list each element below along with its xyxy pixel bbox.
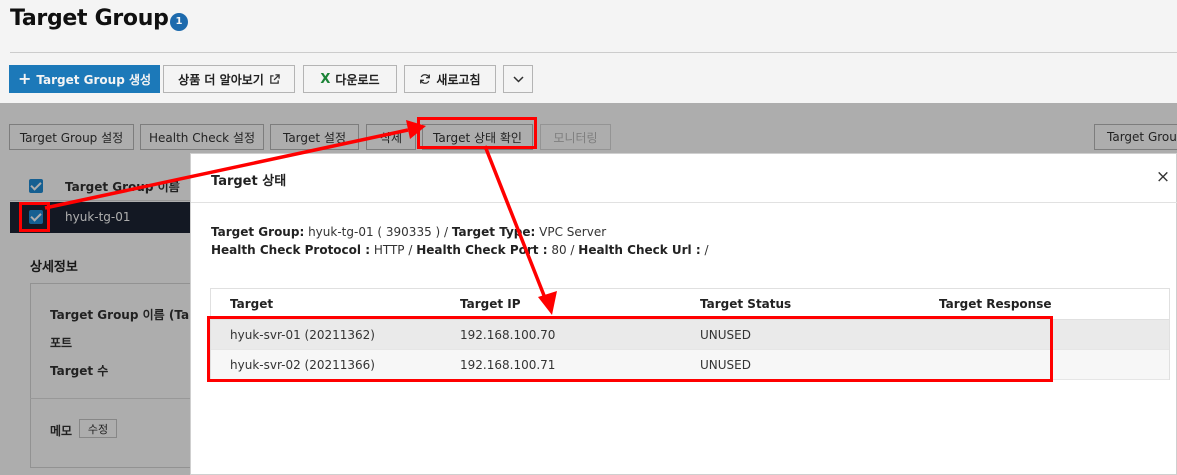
target-group-label: Target Group: (211, 225, 305, 239)
table-row: hyuk-svr-02 (20211366) 192.168.100.71 UN… (211, 350, 1169, 380)
detail-label-target-count: Target 수 (50, 364, 109, 378)
tab-target-status-check[interactable]: Target 상태 확인 (422, 124, 533, 150)
info-line-health-check: Health Check Protocol : HTTP / Health Ch… (211, 243, 709, 257)
tab-health-check-settings[interactable]: Health Check 설정 (140, 124, 264, 150)
target-status-modal: Target 상태 × Target Group: hyuk-tg-01 ( 3… (190, 153, 1177, 475)
port-value: 80 / (551, 243, 579, 257)
detail-divider (30, 398, 190, 399)
sort-icon[interactable] (172, 183, 180, 188)
create-target-group-button[interactable]: + Target Group 생성 (9, 65, 160, 93)
tab-target-group-right[interactable]: Target Group (1094, 124, 1177, 150)
url-label: Health Check Url : (578, 243, 701, 257)
info-line-target-group: Target Group: hyuk-tg-01 ( 390335 ) / Ta… (211, 225, 606, 239)
cell-target: hyuk-svr-02 (20211366) (230, 357, 375, 372)
detail-label-port: 포트 (50, 336, 73, 350)
memo-label: 메모 (50, 424, 73, 438)
modal-divider (191, 202, 1177, 203)
column-target-group-name: Target Group 이름 (65, 180, 180, 194)
refresh-icon (420, 74, 431, 84)
target-type-value: VPC Server (539, 225, 607, 239)
target-group-value: hyuk-tg-01 ( 390335 ) / (308, 225, 452, 239)
close-icon[interactable]: × (1155, 169, 1171, 186)
download-button[interactable]: X 다운로드 (303, 65, 397, 93)
target-status-table: Target Target IP Target Status Target Re… (210, 288, 1170, 380)
chevron-down-icon (512, 75, 524, 83)
table-header: Target Target IP Target Status Target Re… (211, 289, 1169, 320)
refresh-label: 새로고침 (436, 72, 481, 87)
tab-target-settings[interactable]: Target 설정 (270, 124, 359, 150)
port-label: Health Check Port : (416, 243, 548, 257)
cell-target-ip: 192.168.100.70 (460, 327, 556, 342)
cell-target-status: UNUSED (700, 357, 751, 372)
table-row: hyuk-svr-01 (20211362) 192.168.100.70 UN… (211, 320, 1169, 350)
plus-icon: + (17, 69, 32, 88)
cell-target-ip: 192.168.100.71 (460, 357, 556, 372)
page-title: Target Group (10, 6, 169, 31)
target-type-label: Target Type: (451, 225, 536, 239)
learn-more-label: 상품 더 알아보기 (178, 72, 264, 87)
column-target-response: Target Response (939, 297, 1052, 311)
protocol-label: Health Check Protocol : (211, 243, 370, 257)
select-all-checkbox[interactable] (29, 179, 43, 193)
refresh-button[interactable]: 새로고침 (404, 65, 496, 93)
external-link-icon (270, 73, 280, 84)
memo-edit-button[interactable]: 수정 (79, 419, 117, 438)
tab-monitoring: 모니터링 (540, 124, 611, 150)
detail-section-title: 상세정보 (30, 260, 78, 275)
table-row[interactable]: hyuk-tg-01 (10, 202, 190, 233)
column-target: Target (230, 297, 274, 311)
modal-title: Target 상태 (211, 174, 287, 189)
cell-target-status: UNUSED (700, 327, 751, 342)
tab-target-group-settings[interactable]: Target Group 설정 (9, 124, 134, 150)
list-header: Target Group 이름 (10, 171, 190, 201)
url-value: / (704, 243, 709, 257)
title-divider (10, 52, 1177, 53)
row-checkbox[interactable] (29, 210, 43, 224)
row-target-group-name: hyuk-tg-01 (65, 210, 131, 224)
cell-target: hyuk-svr-01 (20211362) (230, 327, 375, 342)
download-label: 다운로드 (335, 72, 380, 87)
column-target-ip: Target IP (460, 297, 521, 311)
learn-more-button[interactable]: 상품 더 알아보기 (163, 65, 295, 93)
tab-delete[interactable]: 삭제 (366, 124, 416, 150)
create-target-group-label: Target Group 생성 (36, 72, 152, 87)
column-target-status: Target Status (700, 297, 792, 311)
more-actions-button[interactable] (503, 65, 533, 93)
protocol-value: HTTP / (373, 243, 417, 257)
info-badge[interactable]: 1 (170, 13, 188, 31)
excel-icon: X (320, 71, 331, 87)
